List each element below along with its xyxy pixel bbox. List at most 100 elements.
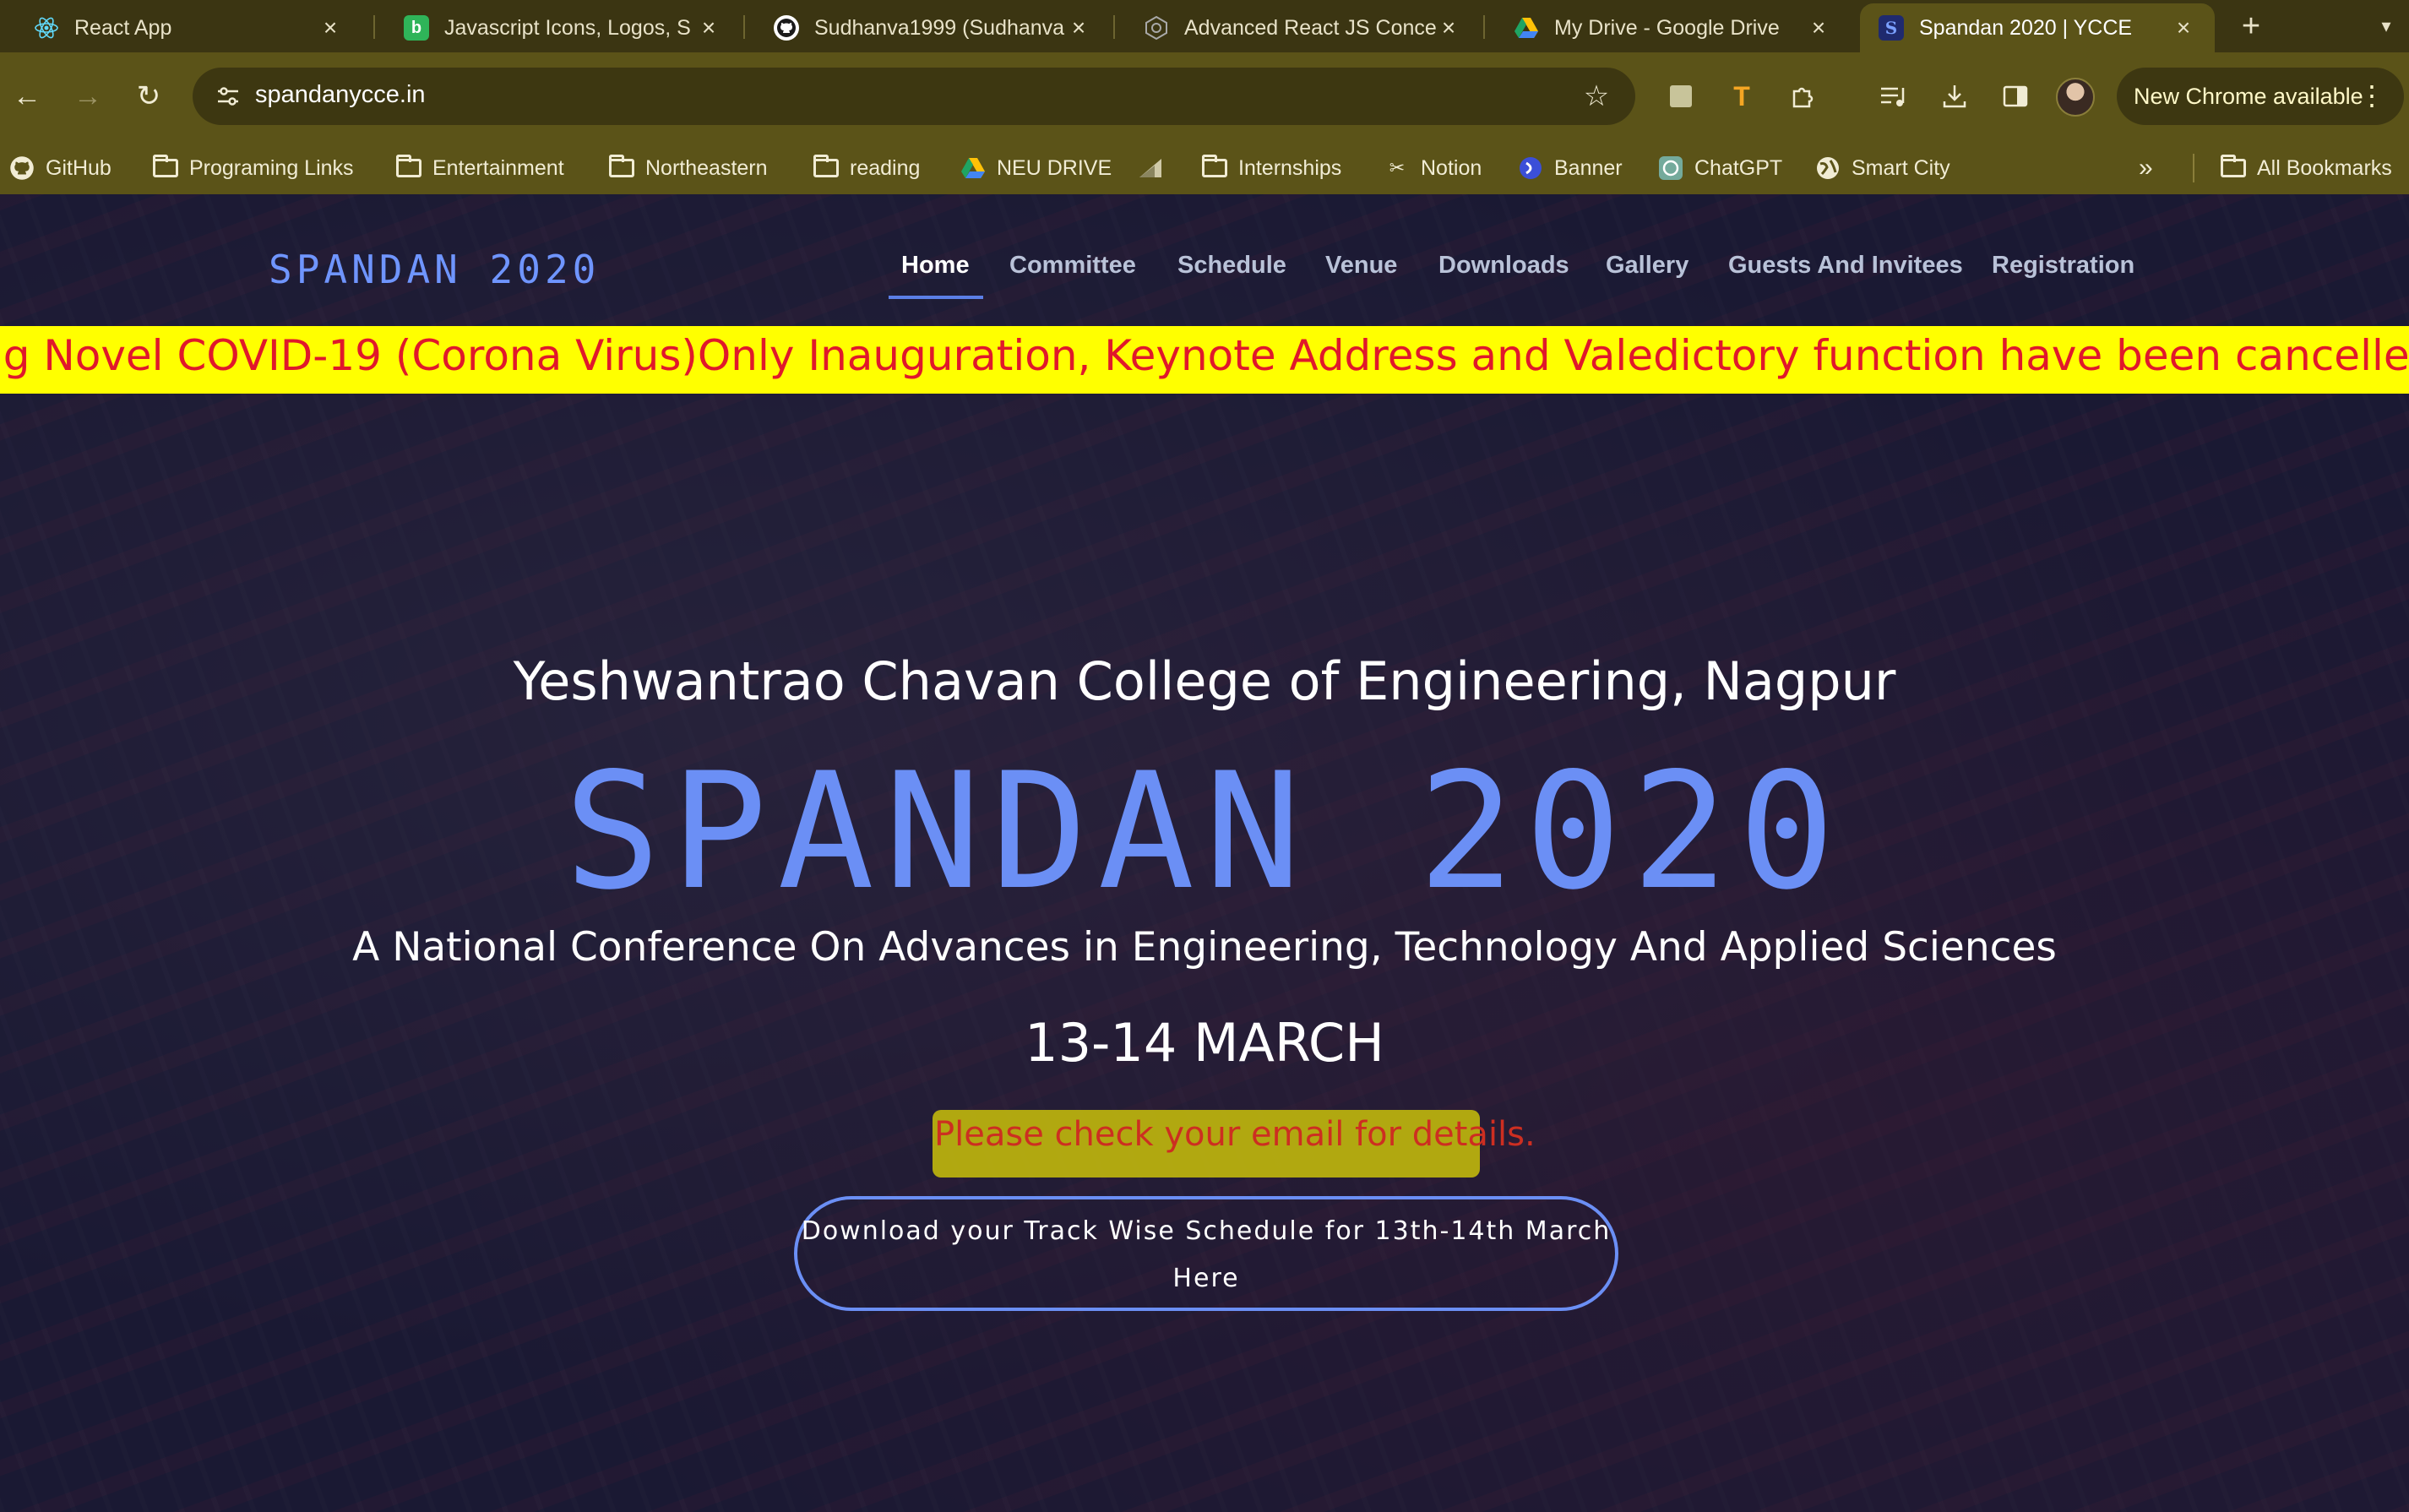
bookmark-label: Smart City <box>1852 155 1950 180</box>
bookmark-chart[interactable] <box>1137 149 1174 188</box>
tab-search-button[interactable]: ▾ <box>2365 5 2407 47</box>
url-text[interactable]: spandanycce.in <box>255 81 426 109</box>
tab-close-icon[interactable]: × <box>2171 14 2196 41</box>
bookmarks-overflow-button[interactable]: » <box>2139 149 2153 188</box>
bookmark-divider <box>2193 154 2194 182</box>
bookmark-label: Programing Links <box>189 155 354 180</box>
tab-divider <box>743 15 745 39</box>
github-icon <box>774 15 799 41</box>
bookmark-neu-drive[interactable]: NEU DRIVE <box>960 149 1112 188</box>
chevron-double-right-icon: » <box>2139 154 2153 182</box>
bookmark-label: GitHub <box>46 155 111 180</box>
bookmark-label: Entertainment <box>432 155 564 180</box>
hexagon-icon <box>1144 15 1169 41</box>
bookmark-banner[interactable]: Banner <box>1517 149 1623 188</box>
tab-advanced-react[interactable]: Advanced React JS Conce × <box>1125 3 1480 52</box>
github-icon <box>8 155 35 182</box>
folder-icon <box>395 155 422 182</box>
reading-list-icon[interactable] <box>1872 74 1916 118</box>
bookmark-label: ChatGPT <box>1694 155 1783 180</box>
chart-icon <box>1137 155 1164 182</box>
tab-title: Spandan 2020 | YCCE <box>1919 15 2133 40</box>
browser-toolbar: ← → ↻ spandanycce.in ☆ T New Chrome avai… <box>0 52 2409 142</box>
profile-avatar[interactable] <box>2056 78 2095 117</box>
bookmarks-bar: GitHub Programing Links Entertainment No… <box>0 142 2409 194</box>
bookmark-notion[interactable]: ✂ Notion <box>1384 149 1482 188</box>
more-vertical-icon: ⋮ <box>2358 80 2385 111</box>
folder-icon <box>1201 155 1228 182</box>
globe-icon <box>1814 155 1841 182</box>
forward-button[interactable]: → <box>63 71 113 122</box>
tab-google-drive[interactable]: My Drive - Google Drive × <box>1495 3 1850 52</box>
tab-close-icon[interactable]: × <box>1066 14 1091 41</box>
green-square-icon: b <box>404 15 429 41</box>
tab-close-icon[interactable]: × <box>696 14 721 41</box>
cta-line-2: Here <box>1172 1264 1240 1293</box>
tab-title: Advanced React JS Conce <box>1184 15 1436 40</box>
tab-divider <box>373 15 375 39</box>
college-name: Yeshwantrao Chavan College of Engineerin… <box>513 650 1896 712</box>
tab-title: React App <box>74 15 172 40</box>
conference-dates: 13-14 MARCH <box>1025 1012 1384 1074</box>
bookmark-reading[interactable]: reading <box>813 149 920 188</box>
folder-icon <box>152 155 179 182</box>
hero-section: Yeshwantrao Chavan College of Engineerin… <box>0 194 2409 1512</box>
bookmark-label: Banner <box>1554 155 1623 180</box>
bookmark-label: Notion <box>1421 155 1482 180</box>
tab-close-icon[interactable]: × <box>318 14 343 41</box>
all-bookmarks-button[interactable]: All Bookmarks <box>2220 149 2392 188</box>
bookmark-chatgpt[interactable]: ChatGPT <box>1657 149 1782 188</box>
download-schedule-button[interactable]: Download your Track Wise Schedule for 13… <box>794 1196 1618 1311</box>
bookmark-smart-city[interactable]: Smart City <box>1814 149 1950 188</box>
bookmark-label: Northeastern <box>645 155 768 180</box>
tab-divider <box>1113 15 1115 39</box>
conference-title: SPANDAN 2020 <box>563 738 1846 925</box>
tab-title: Sudhanva1999 (Sudhanva <box>814 15 1065 40</box>
chevron-down-icon: ▾ <box>2381 15 2391 36</box>
email-notice: Please check your email for details. <box>933 1110 1536 1178</box>
react-icon <box>34 15 59 41</box>
address-bar[interactable]: spandanycce.in ☆ <box>193 68 1635 125</box>
bookmark-entertainment[interactable]: Entertainment <box>395 149 564 188</box>
tab-close-icon[interactable]: × <box>1436 14 1461 41</box>
tab-close-icon[interactable]: × <box>1806 14 1831 41</box>
banner-icon <box>1517 155 1544 182</box>
bookmark-star-icon[interactable]: ☆ <box>1578 78 1615 115</box>
web-page: SPANDAN 2020 Home Committee Schedule Ven… <box>0 194 2409 1512</box>
tab-react-app[interactable]: React App × <box>15 3 362 52</box>
bookmark-label: NEU DRIVE <box>997 155 1112 180</box>
folder-icon <box>608 155 635 182</box>
arrow-left-icon: ← <box>13 79 41 112</box>
folder-icon <box>813 155 840 182</box>
chrome-update-button[interactable]: New Chrome available ⋮ <box>2117 68 2404 125</box>
bookmark-label: reading <box>850 155 921 180</box>
tab-divider <box>1483 15 1485 39</box>
arrow-right-icon: → <box>73 79 102 112</box>
tab-strip: React App × b Javascript Icons, Logos, S… <box>0 0 2409 52</box>
extension-t-icon[interactable]: T <box>1720 74 1764 118</box>
conference-subtitle: A National Conference On Advances in Eng… <box>352 924 2057 971</box>
tab-spandan[interactable]: S Spandan 2020 | YCCE × <box>1860 3 2215 52</box>
folder-icon <box>2220 155 2247 182</box>
bookmark-programing-links[interactable]: Programing Links <box>152 149 354 188</box>
tab-javascript-icons[interactable]: b Javascript Icons, Logos, S × <box>385 3 740 52</box>
bookmark-label: Internships <box>1238 155 1342 180</box>
tab-github-profile[interactable]: Sudhanva1999 (Sudhanva × <box>755 3 1110 52</box>
new-tab-button[interactable]: + <box>2230 5 2272 47</box>
bookmark-label: All Bookmarks <box>2257 155 2392 180</box>
chatgpt-icon <box>1657 155 1684 182</box>
extension-note-icon[interactable] <box>1659 74 1703 118</box>
reload-icon: ↻ <box>136 80 161 112</box>
extensions-puzzle-icon[interactable] <box>1781 74 1824 118</box>
side-panel-icon[interactable] <box>1993 74 2037 118</box>
back-button[interactable]: ← <box>2 71 52 122</box>
reload-button[interactable]: ↻ <box>123 71 174 122</box>
download-icon[interactable] <box>1933 74 1977 118</box>
site-info-icon[interactable] <box>208 76 248 117</box>
bookmark-github[interactable]: GitHub <box>8 149 111 188</box>
bookmark-internships[interactable]: Internships <box>1201 149 1341 188</box>
bookmark-northeastern[interactable]: Northeastern <box>608 149 768 188</box>
spandan-s-icon: S <box>1879 15 1904 41</box>
tab-title: My Drive - Google Drive <box>1554 15 1780 40</box>
notion-icon: ✂ <box>1389 157 1406 178</box>
